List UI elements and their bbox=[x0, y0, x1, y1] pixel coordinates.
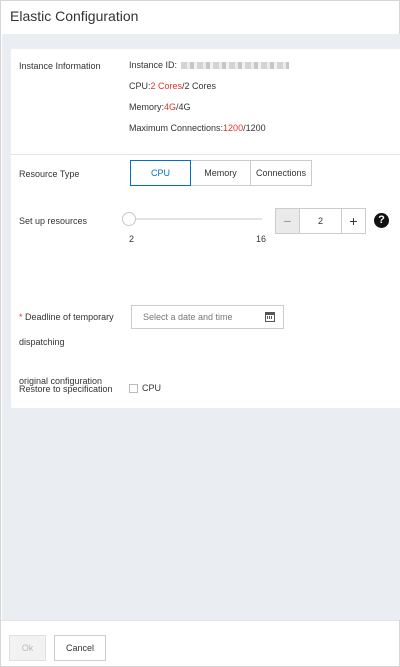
deadline-label-line2: dispatching bbox=[19, 337, 65, 347]
connections-total: /1200 bbox=[243, 123, 266, 133]
instance-info-label: Instance Information bbox=[19, 61, 101, 71]
deadline-label-line1: Deadline of temporary bbox=[25, 312, 114, 322]
dialog-body: Instance Information Instance ID: CPU:2 … bbox=[2, 34, 400, 620]
connections-current: 1200 bbox=[223, 123, 244, 133]
instance-info-panel: Instance Information Instance ID: CPU:2 … bbox=[11, 49, 400, 155]
help-icon[interactable]: ? bbox=[374, 213, 389, 228]
dialog-title: Elastic Configuration bbox=[10, 8, 139, 24]
instance-id-masked-value bbox=[181, 62, 290, 70]
instance-id-label: Instance ID: bbox=[129, 60, 178, 70]
resource-type-label: Resource Type bbox=[19, 169, 80, 179]
memory-total: /4G bbox=[176, 102, 191, 112]
connections-row: Maximum Connections:1200/1200 bbox=[129, 123, 266, 133]
resource-slider-track[interactable] bbox=[129, 218, 262, 220]
cpu-current: 2 Cores bbox=[150, 81, 183, 91]
cpu-row: CPU:2 Cores/2 Cores bbox=[129, 81, 216, 91]
slider-min-value: 2 bbox=[129, 234, 135, 244]
stepper-value[interactable]: 2 bbox=[300, 209, 341, 233]
config-form-panel: Resource Type CPU Memory Connections Set… bbox=[11, 154, 400, 408]
dialog-footer: Ok Cancel bbox=[1, 620, 399, 666]
resource-type-memory-button[interactable]: Memory bbox=[190, 160, 251, 186]
elastic-config-dialog: Elastic Configuration Instance Informati… bbox=[0, 0, 400, 667]
resource-type-connections-button[interactable]: Connections bbox=[250, 160, 312, 186]
required-mark: * bbox=[19, 312, 23, 322]
calendar-icon[interactable] bbox=[265, 312, 275, 322]
deadline-date-input[interactable]: Select a date and time bbox=[131, 305, 284, 329]
decrement-button[interactable]: − bbox=[276, 209, 300, 233]
set-resources-label: Set up resources bbox=[19, 216, 88, 226]
deadline-label: * Deadline of temporary bbox=[19, 311, 114, 323]
resource-stepper: − 2 + bbox=[275, 208, 366, 234]
date-input-placeholder: Select a date and time bbox=[143, 312, 233, 322]
connections-prefix: Maximum Connections: bbox=[129, 123, 224, 133]
restore-label-line2: original configuration bbox=[19, 376, 103, 386]
cpu-total: /2 Cores bbox=[182, 81, 217, 91]
increment-button[interactable]: + bbox=[341, 209, 365, 233]
cpu-prefix: CPU: bbox=[129, 81, 151, 91]
memory-current: 4G bbox=[164, 102, 177, 112]
restore-cpu-checkbox-label: CPU bbox=[142, 383, 162, 393]
resource-type-cpu-button[interactable]: CPU bbox=[130, 160, 191, 186]
slider-max-value: 16 bbox=[256, 234, 267, 244]
memory-prefix: Memory: bbox=[129, 102, 165, 112]
restore-cpu-checkbox[interactable] bbox=[129, 384, 138, 393]
resource-slider-handle[interactable] bbox=[122, 212, 136, 226]
cancel-button[interactable]: Cancel bbox=[54, 635, 106, 661]
memory-row: Memory:4G/4G bbox=[129, 102, 191, 112]
divider bbox=[11, 154, 400, 155]
ok-button[interactable]: Ok bbox=[9, 635, 46, 661]
instance-id-row: Instance ID: bbox=[129, 60, 290, 70]
